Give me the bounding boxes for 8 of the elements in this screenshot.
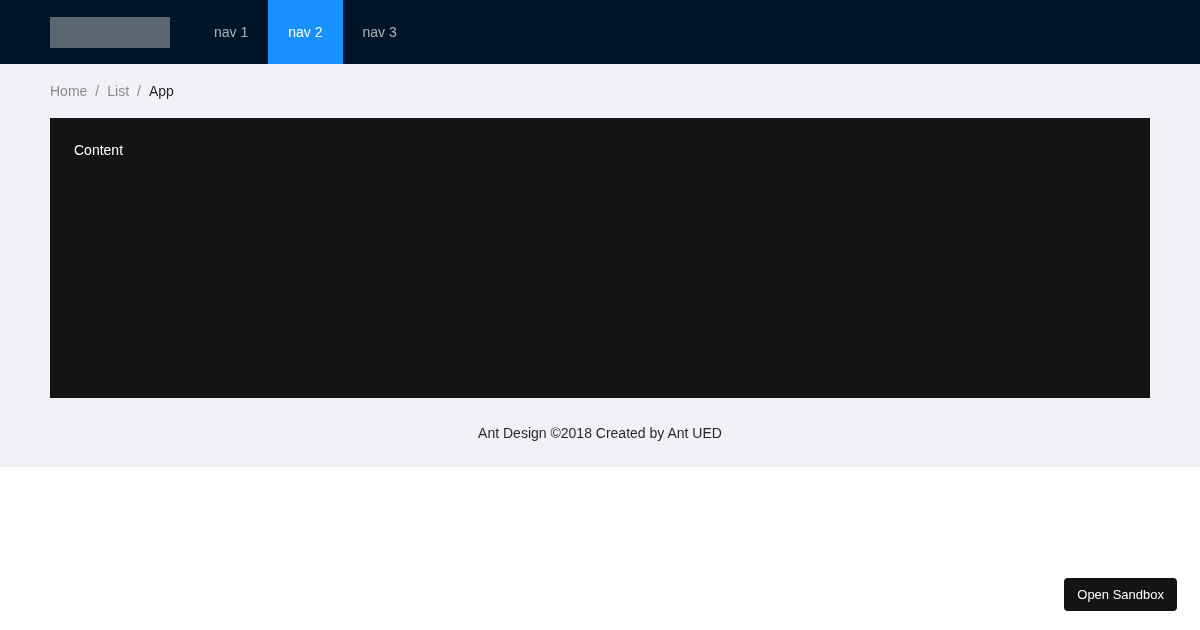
open-sandbox-button[interactable]: Open Sandbox xyxy=(1064,578,1177,611)
nav-item[interactable]: nav 1 xyxy=(194,0,269,64)
nav-item[interactable]: nav 3 xyxy=(342,0,417,64)
breadcrumb-separator: / xyxy=(95,83,100,99)
breadcrumb-separator: / xyxy=(137,83,141,99)
footer-text: Ant Design ©2018 Created by Ant UED xyxy=(478,424,722,441)
breadcrumb-link[interactable]: App xyxy=(148,83,174,99)
content-text: Content xyxy=(74,142,124,158)
